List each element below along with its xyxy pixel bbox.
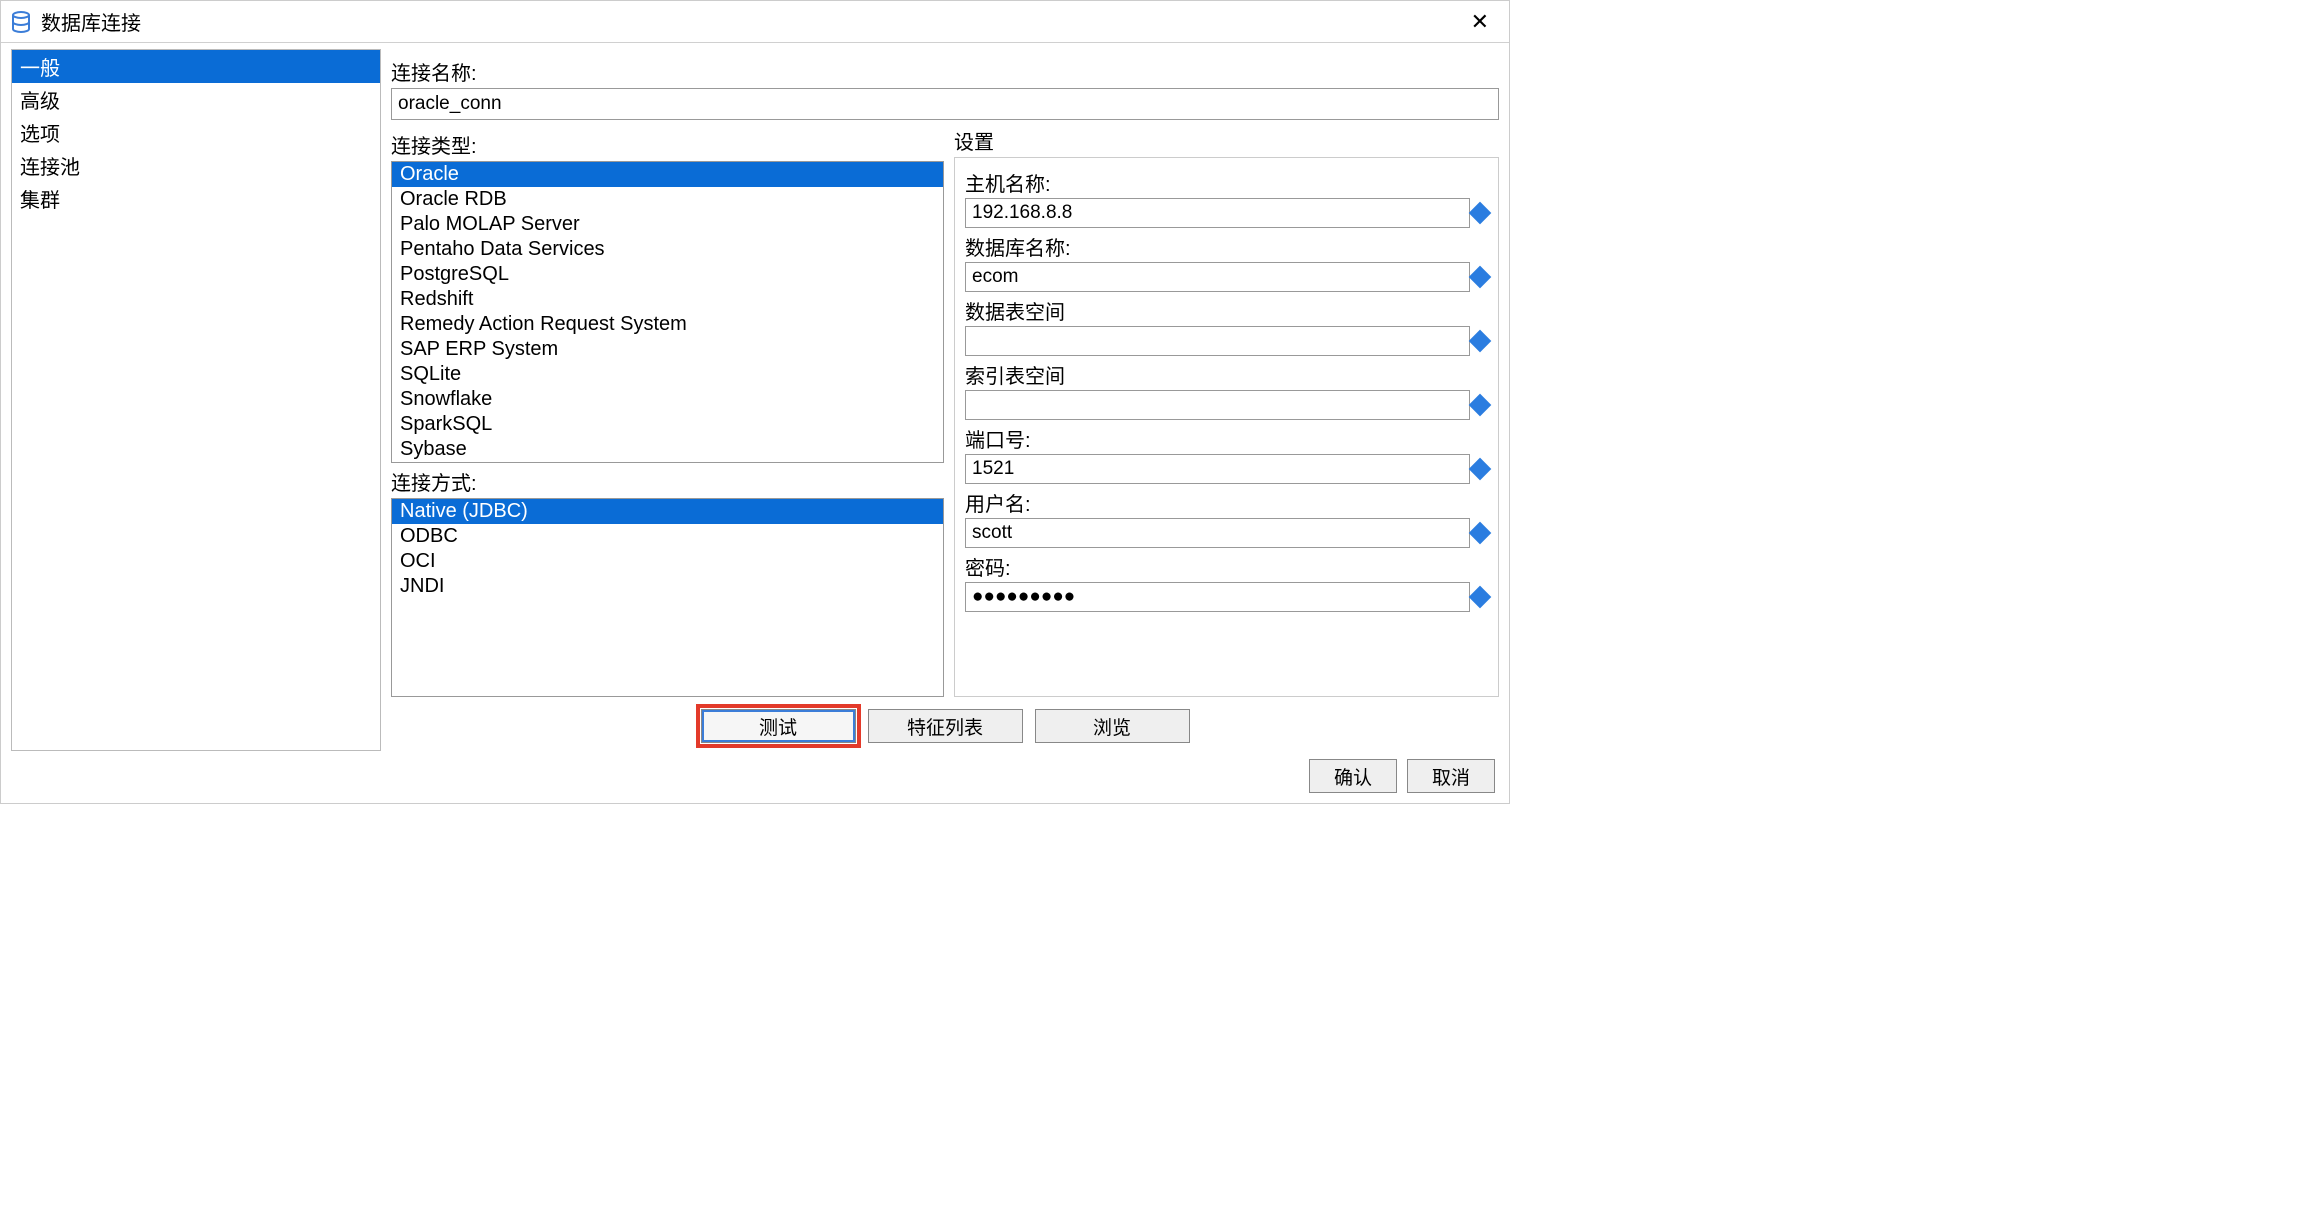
- list-item[interactable]: SparkSQL: [392, 412, 943, 437]
- tablespace-input[interactable]: [965, 326, 1470, 356]
- password-input[interactable]: [965, 582, 1470, 612]
- host-label: 主机名称:: [965, 166, 1488, 198]
- variable-icon[interactable]: [1469, 266, 1492, 289]
- variable-icon[interactable]: [1469, 202, 1492, 225]
- list-item[interactable]: SAP ERP System: [392, 337, 943, 362]
- list-item[interactable]: Oracle: [392, 162, 943, 187]
- sidebar-item-options[interactable]: 选项: [12, 116, 380, 149]
- settings-group: 主机名称: 数据库名称:: [954, 157, 1499, 697]
- action-button-row: 测试 特征列表 浏览: [391, 697, 1499, 751]
- window-title: 数据库连接: [41, 7, 141, 36]
- password-label: 密码:: [965, 550, 1488, 582]
- list-item[interactable]: Palo MOLAP Server: [392, 212, 943, 237]
- test-button[interactable]: 测试: [701, 709, 856, 743]
- tablespace-label: 数据表空间: [965, 294, 1488, 326]
- variable-icon[interactable]: [1469, 458, 1492, 481]
- connection-method-label: 连接方式:: [391, 463, 944, 498]
- footer: 确认 取消: [1, 751, 1509, 803]
- variable-icon[interactable]: [1469, 330, 1492, 353]
- db-connection-dialog: 数据库连接 ✕ 一般 高级 选项 连接池 集群 连接名称: 连接类型: Orac…: [0, 0, 1510, 804]
- connection-method-listbox[interactable]: Native (JDBC) ODBC OCI JNDI: [391, 498, 944, 697]
- close-icon[interactable]: ✕: [1461, 9, 1499, 35]
- port-input[interactable]: [965, 454, 1470, 484]
- list-item[interactable]: Remedy Action Request System: [392, 312, 943, 337]
- variable-icon[interactable]: [1469, 586, 1492, 609]
- connection-type-listbox[interactable]: Oracle Oracle RDB Palo MOLAP Server Pent…: [391, 161, 944, 463]
- list-item[interactable]: PostgreSQL: [392, 262, 943, 287]
- titlebar: 数据库连接 ✕: [1, 1, 1509, 43]
- list-item[interactable]: Native (JDBC): [392, 499, 943, 524]
- list-item[interactable]: ODBC: [392, 524, 943, 549]
- list-item[interactable]: SQLite: [392, 362, 943, 387]
- sidebar-item-general[interactable]: 一般: [12, 50, 380, 83]
- list-item[interactable]: Redshift: [392, 287, 943, 312]
- user-label: 用户名:: [965, 486, 1488, 518]
- indexspace-label: 索引表空间: [965, 358, 1488, 390]
- list-item[interactable]: OCI: [392, 549, 943, 574]
- database-icon: [11, 11, 31, 33]
- list-item[interactable]: JNDI: [392, 574, 943, 599]
- indexspace-input[interactable]: [965, 390, 1470, 420]
- connection-type-label: 连接类型:: [391, 126, 944, 161]
- sidebar-item-cluster[interactable]: 集群: [12, 182, 380, 215]
- ok-button[interactable]: 确认: [1309, 759, 1397, 793]
- cancel-button[interactable]: 取消: [1407, 759, 1495, 793]
- settings-legend: 设置: [954, 126, 1499, 157]
- main-panel: 连接名称: 连接类型: Oracle Oracle RDB Palo MOLAP…: [391, 49, 1499, 751]
- sidebar-item-pool[interactable]: 连接池: [12, 149, 380, 182]
- variable-icon[interactable]: [1469, 522, 1492, 545]
- browse-button[interactable]: 浏览: [1035, 709, 1190, 743]
- dbname-input[interactable]: [965, 262, 1470, 292]
- user-input[interactable]: [965, 518, 1470, 548]
- list-item[interactable]: Sybase: [392, 437, 943, 462]
- port-label: 端口号:: [965, 422, 1488, 454]
- sidebar: 一般 高级 选项 连接池 集群: [11, 49, 381, 751]
- list-item[interactable]: Oracle RDB: [392, 187, 943, 212]
- list-item[interactable]: Snowflake: [392, 387, 943, 412]
- connection-name-label: 连接名称:: [391, 53, 1499, 88]
- host-input[interactable]: [965, 198, 1470, 228]
- dbname-label: 数据库名称:: [965, 230, 1488, 262]
- sidebar-item-advanced[interactable]: 高级: [12, 83, 380, 116]
- content-area: 一般 高级 选项 连接池 集群 连接名称: 连接类型: Oracle Oracl…: [1, 43, 1509, 751]
- list-item[interactable]: Pentaho Data Services: [392, 237, 943, 262]
- variable-icon[interactable]: [1469, 394, 1492, 417]
- connection-name-input[interactable]: [391, 88, 1499, 120]
- feature-list-button[interactable]: 特征列表: [868, 709, 1023, 743]
